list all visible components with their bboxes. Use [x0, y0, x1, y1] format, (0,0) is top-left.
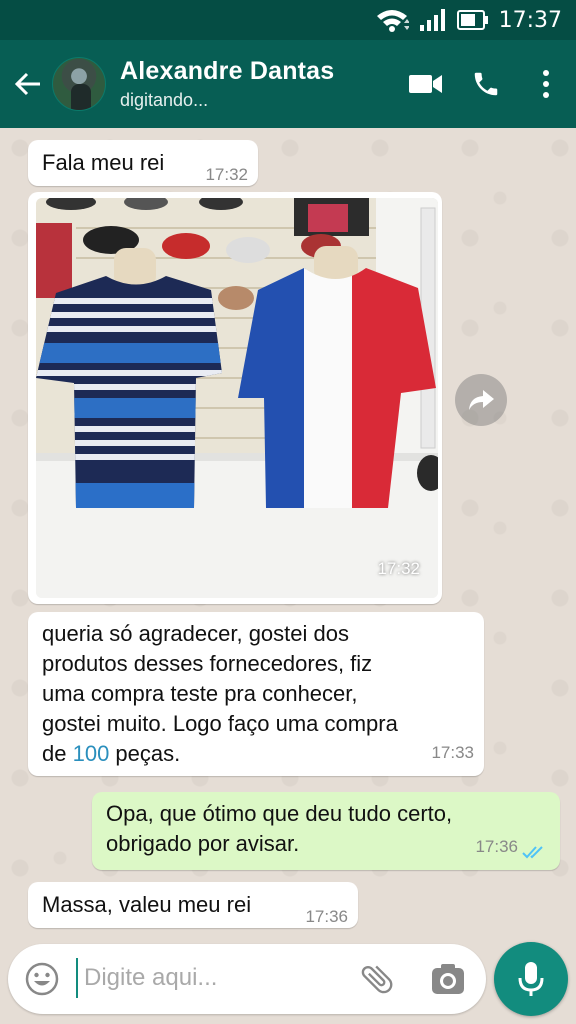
message-time: 17:32 [205, 165, 248, 184]
message-time: 17:36 [305, 907, 348, 926]
video-call-button[interactable] [396, 54, 456, 114]
attach-icon [361, 965, 393, 994]
message-line: de 100 peças. [42, 739, 398, 769]
image-time: 17:32 [377, 559, 420, 578]
mic-button[interactable] [494, 942, 568, 1016]
video-call-icon [409, 75, 442, 93]
more-vert-icon [543, 70, 549, 98]
image-message[interactable]: 17:32 [28, 192, 442, 604]
avatar[interactable] [52, 57, 106, 111]
message-time: 17:33 [431, 743, 474, 762]
camera-button[interactable] [430, 962, 466, 1001]
message-line: obrigado por avisar. [106, 831, 300, 856]
wifi-icon [375, 7, 409, 33]
double-check-icon [522, 846, 543, 859]
message-line: produtos desses fornecedores, fiz [42, 651, 373, 676]
text-segment: de [42, 741, 73, 766]
forward-icon [469, 390, 494, 410]
message-text: queria só agradecer, gostei dos produtos… [42, 619, 398, 769]
emoji-icon [25, 962, 59, 996]
phone-number-link[interactable]: 100 [73, 741, 110, 766]
back-arrow-icon [14, 72, 40, 96]
message-bubble[interactable]: queria só agradecer, gostei dos produtos… [28, 612, 484, 776]
contact-info[interactable]: Alexandre Dantas digitando... [120, 57, 396, 111]
message-input[interactable] [76, 958, 346, 998]
menu-button[interactable] [516, 54, 576, 114]
phone-icon [474, 72, 498, 96]
forward-button[interactable] [455, 374, 507, 426]
message-line: uma compra teste pra conhecer, [42, 681, 358, 706]
message-bubble-outgoing[interactable]: Opa, que ótimo que deu tudo certo, obrig… [92, 792, 560, 870]
message-text: Opa, que ótimo que deu tudo certo, obrig… [106, 799, 452, 859]
message-line: Opa, que ótimo que deu tudo certo, [106, 801, 453, 826]
status-time: 17:37 [498, 7, 562, 33]
signal-icon [419, 8, 447, 32]
voice-call-button[interactable] [456, 54, 516, 114]
contact-status: digitando... [120, 90, 209, 110]
attach-button[interactable] [358, 960, 396, 1003]
message-composer [8, 944, 486, 1014]
battery-icon [456, 9, 489, 31]
message-bubble[interactable]: Fala meu rei 17:32 [28, 140, 258, 186]
message-line: queria só agradecer, gostei dos [42, 621, 349, 646]
message-line: gostei muito. Logo faço uma compra [42, 711, 398, 736]
status-bar: 17:37 [0, 0, 576, 40]
message-bubble[interactable]: Massa, valeu meu rei 17:36 [28, 882, 358, 928]
chat-area[interactable]: Fala meu rei 17:32 17:32 queria só agrad… [0, 128, 576, 940]
text-segment: peças. [109, 741, 181, 766]
contact-name: Alexandre Dantas [120, 57, 335, 85]
mic-icon [518, 962, 544, 996]
message-text: Fala meu rei [42, 150, 165, 175]
shirts-photo[interactable]: 17:32 [36, 198, 438, 598]
camera-icon [432, 964, 464, 994]
message-time: 17:36 [475, 837, 518, 856]
emoji-button[interactable] [24, 961, 60, 1002]
back-button[interactable] [4, 54, 52, 114]
chat-header: Alexandre Dantas digitando... [0, 40, 576, 128]
message-text: Massa, valeu meu rei [42, 892, 252, 917]
